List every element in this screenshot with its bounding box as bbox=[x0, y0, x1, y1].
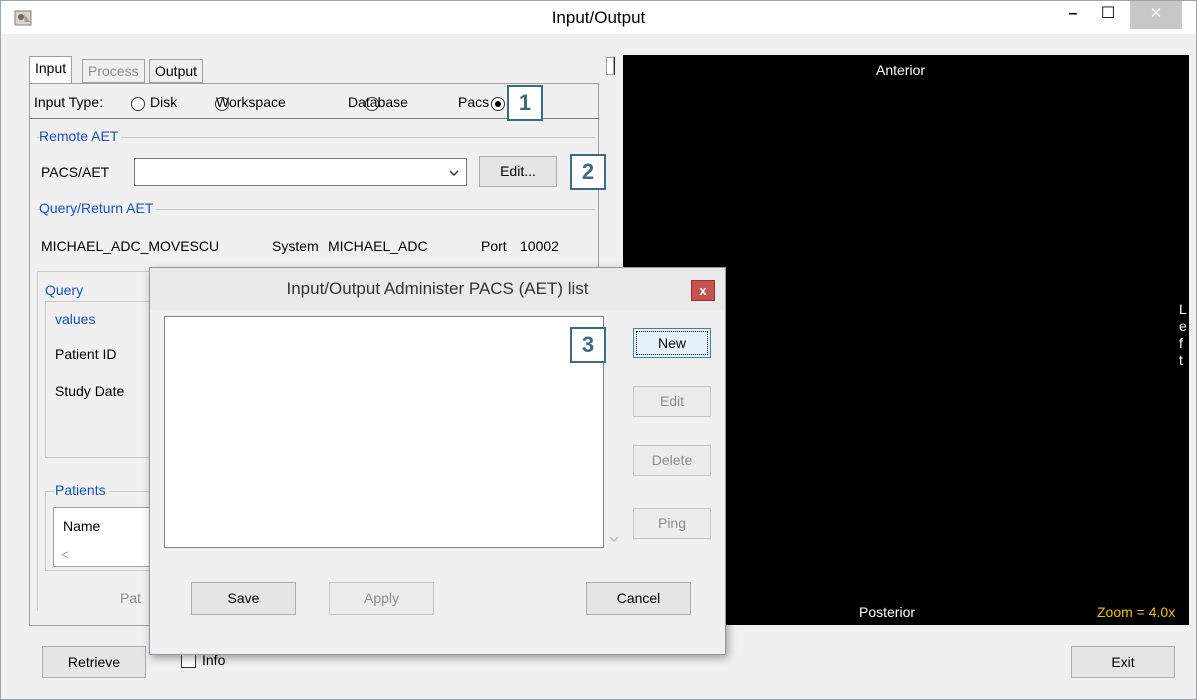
input-type-label: Input Type: bbox=[34, 94, 104, 110]
port-label: Port bbox=[481, 238, 507, 254]
dialog-title: Input/Output Administer PACS (AET) list bbox=[286, 279, 589, 298]
system-label: System bbox=[272, 238, 319, 254]
radio-patient-label: Pat bbox=[120, 590, 142, 606]
patients-column-name[interactable]: Name bbox=[63, 518, 100, 534]
main-window: Input/Output – ☐ ✕ Input Process Output … bbox=[0, 0, 1197, 700]
query-group-label: Query bbox=[45, 282, 87, 298]
apply-button[interactable]: Apply bbox=[329, 582, 434, 615]
zoom-readout: Zoom = 4.0x bbox=[1097, 604, 1176, 620]
cancel-button[interactable]: Cancel bbox=[586, 582, 691, 615]
study-date-label: Study Date bbox=[55, 383, 125, 399]
system-value: MICHAEL_ADC bbox=[328, 238, 428, 254]
administer-pacs-dialog: Input/Output Administer PACS (AET) list … bbox=[149, 267, 726, 655]
close-button[interactable]: ✕ bbox=[1130, 1, 1182, 29]
anterior-label: Anterior bbox=[876, 62, 926, 78]
window-title: Input/Output bbox=[551, 8, 646, 27]
patients-group-label: Patients bbox=[55, 482, 109, 498]
tab-process[interactable]: Process bbox=[82, 59, 145, 83]
port-value: 10002 bbox=[520, 238, 559, 254]
aet-list[interactable] bbox=[164, 316, 604, 548]
list-scroll-down-icon[interactable] bbox=[608, 534, 620, 544]
minimize-button[interactable]: – bbox=[1056, 1, 1090, 29]
chevron-down-icon[interactable] bbox=[448, 168, 460, 178]
tab-input[interactable]: Input bbox=[29, 56, 73, 83]
values-group-label: values bbox=[55, 311, 99, 327]
splitter-line bbox=[614, 57, 615, 75]
info-checkbox[interactable] bbox=[181, 653, 196, 668]
patient-id-label: Patient ID bbox=[55, 346, 117, 362]
posterior-label: Posterior bbox=[859, 604, 916, 620]
query-return-aet-value: MICHAEL_ADC_MOVESCU bbox=[41, 238, 220, 254]
radio-workspace-label: Workspace bbox=[216, 94, 286, 110]
remote-aet-group-label: Remote AET bbox=[39, 128, 122, 144]
delete-entry-button[interactable]: Delete bbox=[633, 445, 711, 476]
pacs-aet-label: PACS/AET bbox=[41, 164, 110, 180]
retrieve-button[interactable]: Retrieve bbox=[42, 646, 146, 678]
scroll-left-arrow[interactable]: < bbox=[61, 547, 69, 562]
marker-1: 1 bbox=[507, 85, 543, 121]
marker-3: 3 bbox=[570, 327, 606, 363]
query-return-aet-group-label: Query/Return AET bbox=[39, 200, 157, 216]
title-bar: Input/Output – ☐ ✕ bbox=[1, 1, 1196, 34]
edit-aet-button[interactable]: Edit... bbox=[479, 156, 557, 187]
ping-button[interactable]: Ping bbox=[633, 508, 711, 539]
radio-pacs-label: Pacs bbox=[458, 94, 490, 110]
edit-entry-button[interactable]: Edit bbox=[633, 386, 711, 417]
left-label: L e f t bbox=[1179, 301, 1187, 368]
pacs-aet-combobox[interactable] bbox=[134, 158, 467, 186]
tab-output[interactable]: Output bbox=[149, 59, 204, 83]
radio-disk[interactable] bbox=[131, 97, 145, 111]
maximize-button[interactable]: ☐ bbox=[1091, 1, 1125, 29]
exit-button[interactable]: Exit bbox=[1071, 646, 1175, 678]
save-button[interactable]: Save bbox=[191, 582, 296, 615]
dialog-close-button[interactable]: x bbox=[691, 280, 715, 301]
radio-pacs[interactable] bbox=[490, 97, 505, 111]
radio-disk-label: Disk bbox=[150, 94, 178, 110]
marker-2: 2 bbox=[570, 154, 606, 190]
splitter-handle[interactable] bbox=[606, 57, 614, 75]
new-aet-button[interactable]: New bbox=[633, 328, 711, 358]
radio-database-label: Database bbox=[348, 94, 408, 110]
